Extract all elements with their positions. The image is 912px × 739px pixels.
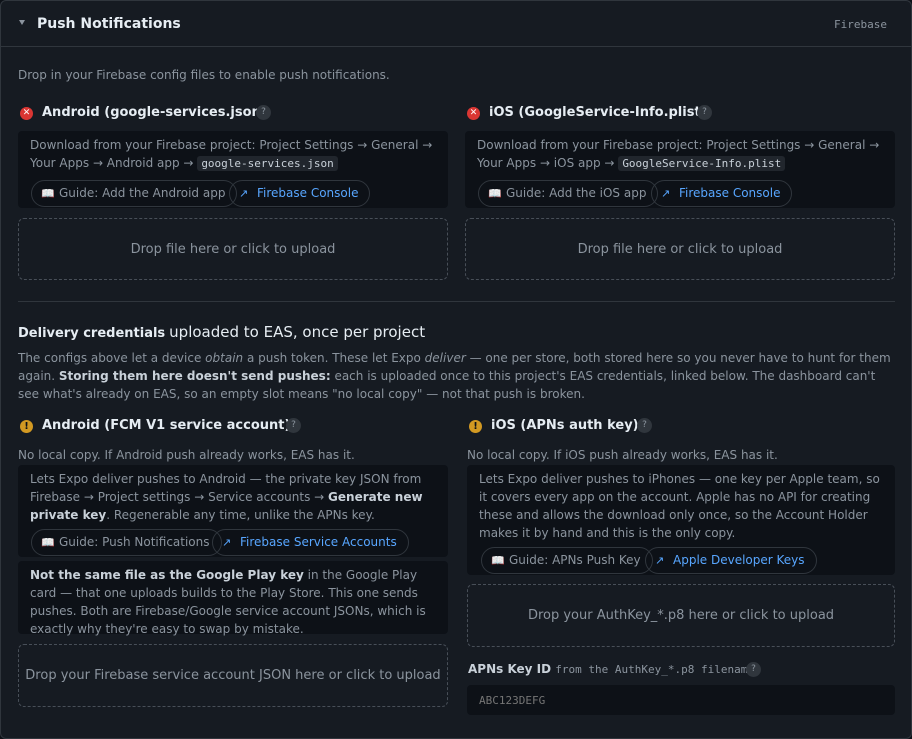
book-icon: 📖 (491, 554, 505, 567)
book-icon: 📖 (41, 187, 55, 200)
firebase-service-accounts-label: Firebase Service Accounts (240, 535, 397, 549)
intro-text: Drop in your Firebase config files to en… (18, 68, 390, 82)
help-icon[interactable]: ? (697, 105, 712, 120)
ios-apns-guide-label: Guide: APNs Push Key (509, 553, 641, 567)
android-config-dropzone[interactable]: Drop file here or click to upload (18, 218, 448, 280)
external-link-icon: ↗ (661, 187, 671, 200)
ios-config-filename: GoogleService-Info.plist (618, 156, 786, 171)
collapse-caret-icon[interactable] (19, 20, 25, 25)
ios-guide-button[interactable]: 📖 Guide: Add the iOS app (478, 180, 659, 207)
ios-firebase-console-link[interactable]: ↗ Firebase Console (651, 180, 793, 207)
ios-apns-title: iOS (APNs auth key) (491, 418, 639, 433)
external-link-icon: ↗ (239, 187, 249, 200)
delivery-section-title: Delivery credentials uploaded to EAS, onc… (18, 323, 425, 341)
ios-apns-guide-button[interactable]: 📖 Guide: APNs Push Key (481, 547, 653, 574)
book-icon: 📖 (41, 536, 55, 549)
ios-apns-dropzone[interactable]: Drop your AuthKey_*.p8 here or click to … (467, 584, 895, 647)
help-icon[interactable]: ? (637, 418, 652, 433)
delivery-text: a push token. These let Expo (243, 351, 425, 365)
warning-icon: ! (20, 420, 33, 433)
delivery-emphasis: deliver (424, 351, 466, 365)
android-console-label: Firebase Console (257, 186, 359, 200)
delivery-bold: Storing them here doesn't send pushes: (58, 369, 331, 383)
android-fcm-guide-button[interactable]: 📖 Guide: Push Notifications (31, 529, 222, 556)
ios-console-label: Firebase Console (679, 186, 781, 200)
panel-header[interactable]: Push Notifications Firebase (1, 1, 911, 47)
android-config-title: Android (google-services.json) (42, 105, 267, 120)
apns-key-id-label-text: APNs Key ID (468, 662, 552, 676)
android-firebase-console-link[interactable]: ↗ Firebase Console (229, 180, 371, 207)
help-icon[interactable]: ? (256, 105, 271, 120)
android-fcm-dropzone[interactable]: Drop your Firebase service account JSON … (18, 644, 448, 707)
apns-key-id-hint: from the AuthKey_*.p8 filename (555, 663, 754, 676)
push-notifications-panel: Push Notifications Firebase Drop in your… (0, 0, 912, 739)
error-icon: ✕ (20, 107, 33, 120)
provider-tag: Firebase (834, 18, 887, 31)
ios-config-dropzone[interactable]: Drop file here or click to upload (465, 218, 895, 280)
apple-developer-keys-link[interactable]: ↗ Apple Developer Keys (645, 547, 817, 574)
warning-icon: ! (469, 420, 482, 433)
android-guide-button[interactable]: 📖 Guide: Add the Android app (31, 180, 238, 207)
android-guide-label: Guide: Add the Android app (59, 186, 226, 200)
android-fcm-info-text: . Regenerable any time, unlike the APNs … (106, 508, 375, 522)
android-fcm-status: No local copy. If Android push already w… (18, 448, 355, 462)
external-link-icon: ↗ (655, 554, 665, 567)
external-link-icon: ↗ (222, 536, 232, 549)
panel-title: Push Notifications (37, 16, 181, 32)
apns-key-id-label: APNs Key ID from the AuthKey_*.p8 filena… (468, 662, 754, 676)
delivery-description: The configs above let a device obtain a … (18, 349, 898, 403)
error-icon: ✕ (467, 107, 480, 120)
section-divider (18, 301, 895, 302)
ios-guide-label: Guide: Add the iOS app (506, 186, 647, 200)
help-icon[interactable]: ? (746, 662, 761, 677)
firebase-service-accounts-link[interactable]: ↗ Firebase Service Accounts (212, 529, 409, 556)
delivery-title-bold: Delivery credentials (18, 326, 166, 341)
book-icon: 📖 (488, 187, 502, 200)
android-fcm-warning-bold: Not the same file as the Google Play key (30, 568, 304, 582)
ios-apns-status: No local copy. If iOS push already works… (467, 448, 778, 462)
android-fcm-title: Android (FCM V1 service account) (42, 418, 291, 433)
ios-config-title: iOS (GoogleService-Info.plist) (489, 105, 707, 120)
delivery-title-rest: uploaded to EAS, once per project (169, 323, 426, 341)
delivery-text: The configs above let a device (18, 351, 206, 365)
android-fcm-guide-label: Guide: Push Notifications (59, 535, 210, 549)
android-config-filename: google-services.json (197, 156, 338, 171)
apns-key-id-input[interactable] (467, 685, 895, 715)
help-icon[interactable]: ? (286, 418, 301, 433)
delivery-emphasis: obtain (205, 351, 244, 365)
android-fcm-warning: Not the same file as the Google Play key… (18, 561, 448, 636)
apple-developer-keys-label: Apple Developer Keys (673, 553, 805, 567)
